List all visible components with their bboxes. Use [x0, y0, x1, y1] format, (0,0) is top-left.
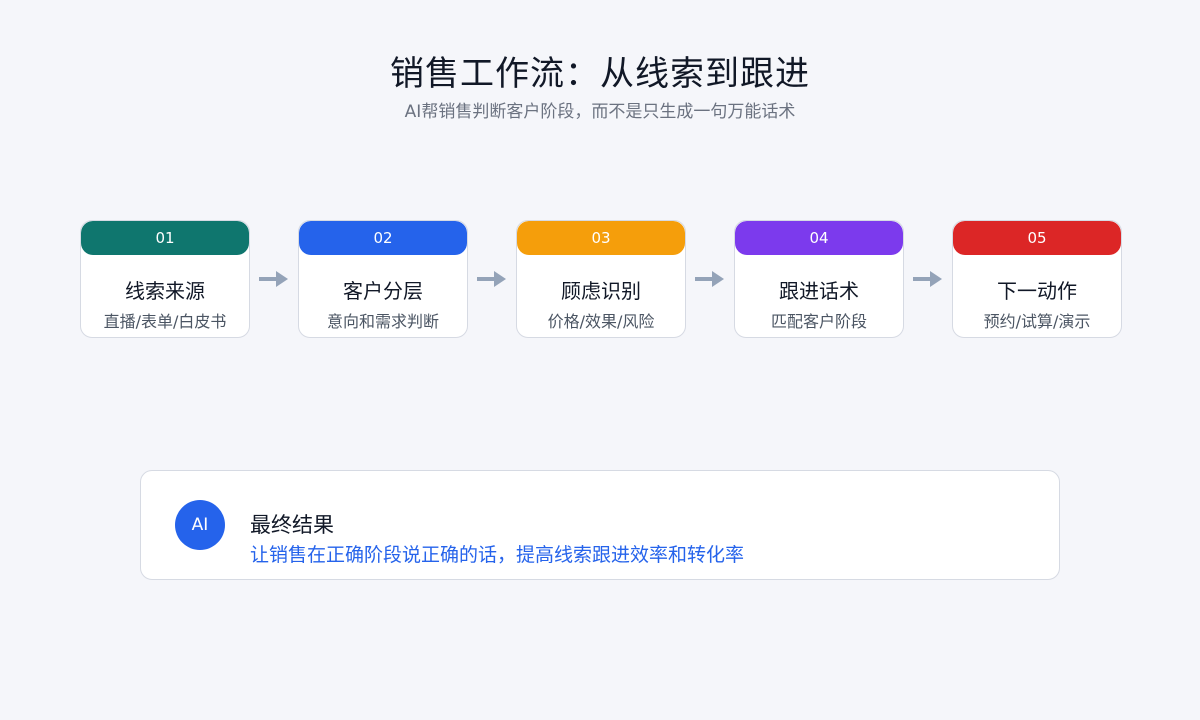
- step-card-1: 01 线索来源 直播/表单/白皮书: [80, 220, 250, 338]
- page-title: 销售工作流：从线索到跟进: [390, 54, 810, 94]
- step-number-3: 03: [517, 221, 685, 255]
- step-number-5: 05: [953, 221, 1121, 255]
- step-title-3: 顾虑识别: [561, 279, 641, 303]
- step-desc-1: 直播/表单/白皮书: [103, 312, 227, 331]
- step-desc-3: 价格/效果/风险: [547, 312, 655, 331]
- step-title-5: 下一动作: [997, 279, 1077, 303]
- step-card-5: 05 下一动作 预约/试算/演示: [952, 220, 1122, 338]
- step-desc-4: 匹配客户阶段: [770, 312, 867, 331]
- step-number-2: 02: [299, 221, 467, 255]
- step-title-4: 跟进话术: [779, 279, 859, 303]
- arrow-right-icon: [913, 271, 942, 287]
- step-number-4: 04: [735, 221, 903, 255]
- arrow-right-icon: [477, 271, 506, 287]
- step-desc-2: 意向和需求判断: [326, 312, 439, 331]
- step-title-2: 客户分层: [343, 279, 423, 303]
- step-card-4: 04 跟进话术 匹配客户阶段: [734, 220, 904, 338]
- step-title-1: 线索来源: [125, 279, 205, 303]
- arrow-right-icon: [259, 271, 288, 287]
- ai-badge: AI: [175, 500, 225, 550]
- result-title: 最终结果: [250, 513, 334, 537]
- result-description: 让销售在正确阶段说正确的话，提高线索跟进效率和转化率: [250, 544, 745, 566]
- arrow-right-icon: [695, 271, 724, 287]
- result-card: AI 最终结果 让销售在正确阶段说正确的话，提高线索跟进效率和转化率: [140, 470, 1060, 580]
- workflow-diagram: 01 线索来源 直播/表单/白皮书 02 客户分层 意向和需求判断 03 顾虑识…: [80, 220, 1124, 340]
- page-subtitle: AI帮销售判断客户阶段，而不是只生成一句万能话术: [404, 102, 796, 122]
- step-number-1: 01: [81, 221, 249, 255]
- step-desc-5: 预约/试算/演示: [983, 312, 1091, 331]
- step-card-2: 02 客户分层 意向和需求判断: [298, 220, 468, 338]
- step-card-3: 03 顾虑识别 价格/效果/风险: [516, 220, 686, 338]
